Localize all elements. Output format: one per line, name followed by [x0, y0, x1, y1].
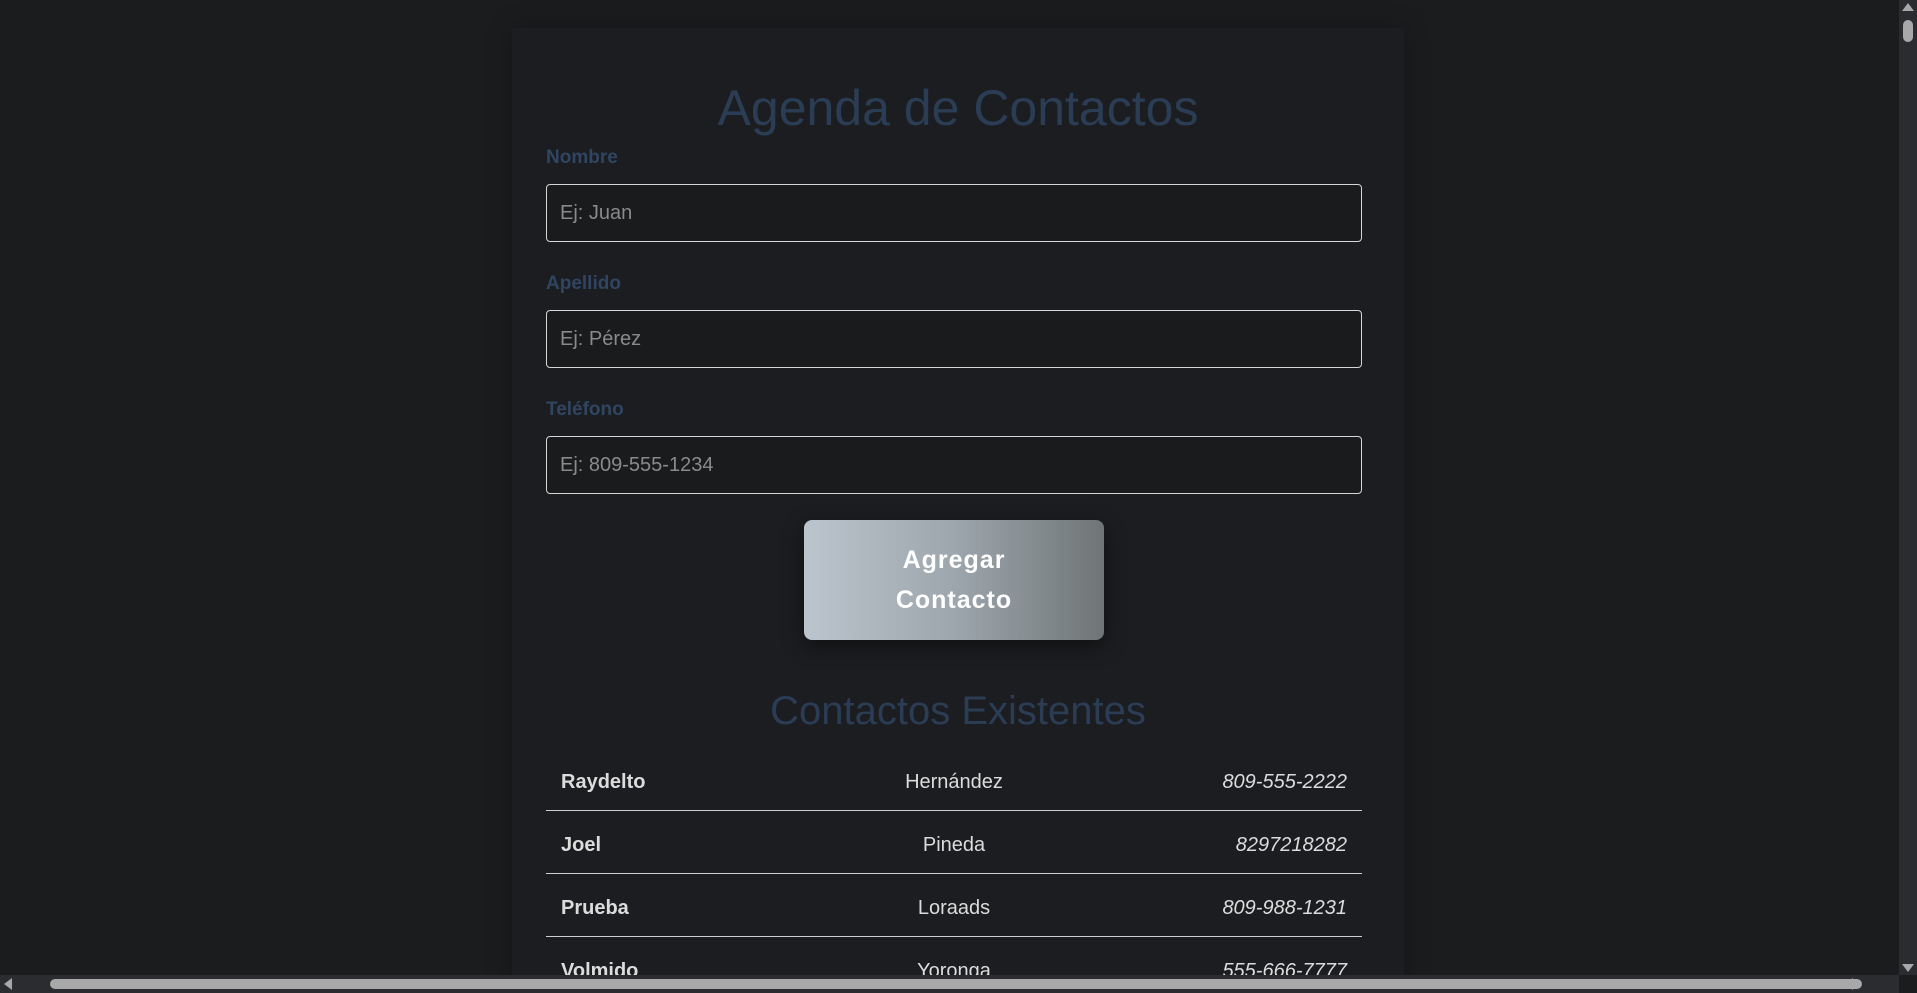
scroll-up-arrow-icon[interactable]	[1902, 3, 1914, 11]
contacts-section-title: Contactos Existentes	[770, 689, 1146, 733]
vertical-scrollbar[interactable]	[1871, 0, 1917, 975]
scrollbar-corner	[1899, 975, 1917, 993]
horizontal-scrollbar-thumb[interactable]	[50, 979, 1862, 989]
telefono-input[interactable]	[546, 436, 1362, 494]
vertical-scrollbar-track[interactable]	[1899, 0, 1917, 975]
telefono-label: Teléfono	[546, 399, 624, 420]
page-title: Agenda de Contactos	[717, 80, 1199, 136]
contact-row: Raydelto Hernández 809-555-2222	[546, 749, 1362, 811]
apellido-input[interactable]	[546, 310, 1362, 368]
contact-phone: 809-555-2222	[1222, 771, 1347, 793]
apellido-label: Apellido	[546, 273, 621, 294]
page-viewport: Agenda de Contactos Nombre Apellido Telé…	[0, 0, 1871, 975]
contact-phone: 8297218282	[1235, 834, 1347, 856]
contact-row: Prueba Loraads 809-988-1231	[546, 875, 1362, 937]
contact-phone: 555-666-7777	[1222, 960, 1347, 975]
contact-phone: 809-988-1231	[1222, 897, 1347, 919]
horizontal-scrollbar[interactable]	[0, 975, 1917, 993]
nombre-input[interactable]	[546, 184, 1362, 242]
scroll-right-arrow-icon[interactable]	[1852, 978, 1860, 990]
add-contact-button[interactable]: Agregar Contacto	[804, 520, 1104, 640]
nombre-label: Nombre	[546, 147, 618, 168]
contact-row: Joel Pineda 8297218282	[546, 812, 1362, 874]
scroll-left-arrow-icon[interactable]	[4, 978, 12, 990]
scroll-down-arrow-icon[interactable]	[1902, 964, 1914, 972]
vertical-scrollbar-thumb[interactable]	[1903, 20, 1913, 42]
contact-row: Volmido Yoronga 555-666-7777	[546, 938, 1362, 975]
